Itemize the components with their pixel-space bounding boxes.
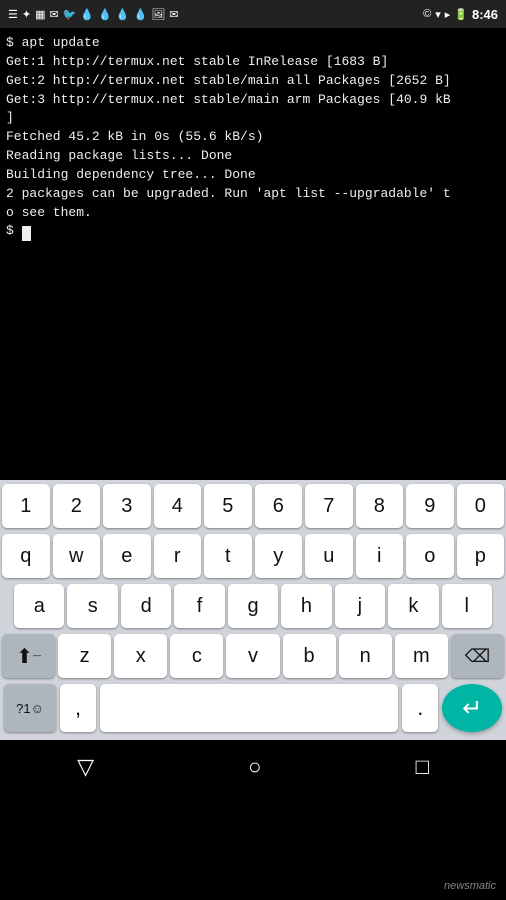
status-icon: ✦ <box>22 8 31 21</box>
key-h[interactable]: h <box>281 584 331 628</box>
status-icons-right: © ▾ ▸ 🔋 8:46 <box>423 7 498 22</box>
key-i[interactable]: i <box>356 534 404 578</box>
status-icons-left: ☰ ✦ ▦ ✉ 🐦 💧 💧 💧 💧 🖼 ✉ <box>8 8 178 21</box>
shift-key[interactable]: ⬆— <box>2 634 55 678</box>
emoji-key[interactable]: ?1☺ <box>4 684 56 732</box>
key-1[interactable]: 1 <box>2 484 50 528</box>
status-icon: 🐦 <box>63 8 77 21</box>
status-icon: 💧 <box>134 8 148 21</box>
key-6[interactable]: 6 <box>255 484 303 528</box>
key-k[interactable]: k <box>388 584 438 628</box>
number-row: 1 2 3 4 5 6 7 8 9 0 <box>0 480 506 530</box>
key-o[interactable]: o <box>406 534 454 578</box>
key-e[interactable]: e <box>103 534 151 578</box>
key-z[interactable]: z <box>58 634 111 678</box>
key-r[interactable]: r <box>154 534 202 578</box>
key-v[interactable]: v <box>226 634 279 678</box>
key-g[interactable]: g <box>228 584 278 628</box>
qwerty-row: q w e r t y u i o p <box>0 530 506 580</box>
key-period[interactable]: . <box>402 684 438 732</box>
key-q[interactable]: q <box>2 534 50 578</box>
key-u[interactable]: u <box>305 534 353 578</box>
keyboard: 1 2 3 4 5 6 7 8 9 0 q w e r t y u i o p … <box>0 480 506 740</box>
key-2[interactable]: 2 <box>53 484 101 528</box>
key-b[interactable]: b <box>283 634 336 678</box>
key-f[interactable]: f <box>174 584 224 628</box>
wifi-icon: ▾ <box>435 8 441 21</box>
signal-icon: ▸ <box>445 8 451 21</box>
back-button[interactable]: ▽ <box>77 754 94 780</box>
nav-bar: ▽ ○ □ <box>0 740 506 794</box>
key-3[interactable]: 3 <box>103 484 151 528</box>
zxcv-row: ⬆— z x c v b n m ⌫ <box>0 630 506 680</box>
terminal-cursor <box>22 226 31 241</box>
key-p[interactable]: p <box>457 534 505 578</box>
key-n[interactable]: n <box>339 634 392 678</box>
status-bar: ☰ ✦ ▦ ✉ 🐦 💧 💧 💧 💧 🖼 ✉ © ▾ ▸ 🔋 8:46 <box>0 0 506 28</box>
key-c[interactable]: c <box>170 634 223 678</box>
key-4[interactable]: 4 <box>154 484 202 528</box>
status-icon: 🖼 <box>151 8 165 21</box>
bottom-row: ?1☺ , . ↵ <box>0 680 506 740</box>
status-icon: ✉ <box>50 8 59 21</box>
spacebar[interactable] <box>100 684 398 732</box>
key-7[interactable]: 7 <box>305 484 353 528</box>
status-icon: ✉ <box>169 8 178 21</box>
key-s[interactable]: s <box>67 584 117 628</box>
terminal-output: $ apt update Get:1 http://termux.net sta… <box>6 34 500 241</box>
key-w[interactable]: w <box>53 534 101 578</box>
copyright-icon: © <box>423 8 431 20</box>
home-button[interactable]: ○ <box>248 754 261 780</box>
asdf-row: a s d f g h j k l <box>0 580 506 630</box>
status-icon: 💧 <box>80 8 94 21</box>
terminal[interactable]: $ apt update Get:1 http://termux.net sta… <box>0 28 506 480</box>
key-a[interactable]: a <box>14 584 64 628</box>
key-8[interactable]: 8 <box>356 484 404 528</box>
status-icon: ▦ <box>35 8 45 21</box>
key-d[interactable]: d <box>121 584 171 628</box>
key-5[interactable]: 5 <box>204 484 252 528</box>
key-j[interactable]: j <box>335 584 385 628</box>
status-icon: 💧 <box>98 8 112 21</box>
return-key[interactable]: ↵ <box>442 684 502 732</box>
battery-icon: 🔋 <box>454 8 468 21</box>
key-m[interactable]: m <box>395 634 448 678</box>
watermark: newsmatic <box>444 880 496 892</box>
status-icon: 💧 <box>116 8 130 21</box>
recent-apps-button[interactable]: □ <box>416 754 429 780</box>
status-icon: ☰ <box>8 8 18 21</box>
key-x[interactable]: x <box>114 634 167 678</box>
key-t[interactable]: t <box>204 534 252 578</box>
backspace-key[interactable]: ⌫ <box>451 634 504 678</box>
key-9[interactable]: 9 <box>406 484 454 528</box>
status-time: 8:46 <box>472 7 498 22</box>
key-l[interactable]: l <box>442 584 492 628</box>
key-comma[interactable]: , <box>60 684 96 732</box>
key-0[interactable]: 0 <box>457 484 505 528</box>
key-y[interactable]: y <box>255 534 303 578</box>
